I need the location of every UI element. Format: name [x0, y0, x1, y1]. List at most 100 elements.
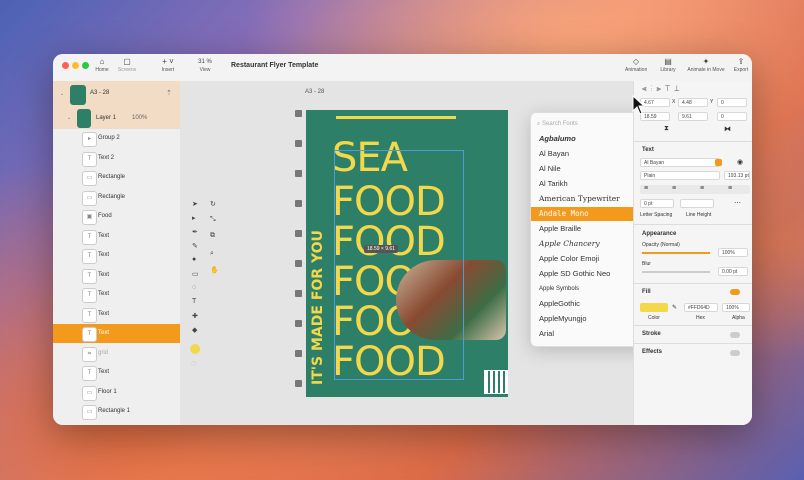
fill-hex-field[interactable]: #FFD64D [684, 303, 718, 312]
group-layer-icon: ▸ [82, 132, 97, 147]
zoom-window-button[interactable] [82, 62, 89, 69]
animate-in-move-button[interactable]: ✦ Animate in Move [683, 57, 729, 73]
artboard-row[interactable]: ⌄ A3 - 28 ⇡ [53, 81, 180, 107]
view-button[interactable]: 31 % View [193, 57, 217, 73]
select-tool-icon[interactable]: ▸ [192, 214, 196, 222]
layer-row[interactable]: T Text [53, 305, 180, 324]
eye-icon[interactable]: ◉ [737, 158, 743, 166]
layer-row[interactable]: T Text [53, 227, 180, 246]
insert-button[interactable]: + ˅ Insert [157, 57, 179, 73]
close-window-button[interactable] [62, 62, 69, 69]
text-layer-icon: T [82, 229, 97, 245]
ellipse-tool-icon[interactable]: ◌ [192, 284, 196, 291]
text-align-right-icon[interactable]: ≡ [700, 185, 704, 192]
align-top-icon[interactable]: ⊤ [665, 84, 674, 93]
blur-slider[interactable] [642, 271, 710, 273]
opacity-slider[interactable] [642, 252, 710, 254]
rotate-tool-icon[interactable]: ↻ [210, 200, 216, 208]
align-middle-icon[interactable]: ⊥ [674, 84, 683, 93]
layer-row[interactable]: ▣ Food [53, 207, 180, 226]
font-size-field[interactable]: 193.13 pt [724, 171, 750, 180]
pen-tool-icon[interactable]: ✒ [192, 228, 198, 236]
poster-artboard[interactable]: SEA FOOD FOOD FOOD FOOD FOOD IT'S MADE F… [306, 110, 508, 397]
minimize-window-button[interactable] [72, 62, 79, 69]
screens-button[interactable]: ▢ Screens [115, 57, 139, 73]
animation-button[interactable]: ◇ Animation [625, 57, 647, 73]
rectangle-tool-icon[interactable]: ▭ [192, 270, 199, 278]
layer1-thumb [77, 109, 91, 128]
text-align-center-icon[interactable]: ≡ [672, 185, 676, 192]
layer-row[interactable]: T Text [53, 324, 180, 343]
brush-tool-icon[interactable]: ● [192, 256, 196, 263]
align-left-icon[interactable]: ⫷ [642, 84, 651, 93]
library-button[interactable]: ▤ Library [657, 57, 679, 73]
layer-row[interactable]: T Text [53, 266, 180, 285]
layer-row[interactable]: ▭ Rectangle [53, 188, 180, 207]
align-right-icon[interactable]: ⫸ [657, 84, 666, 93]
text-align-left-icon[interactable]: ≡ [644, 185, 648, 192]
rect-layer-icon: ▭ [82, 405, 97, 420]
layer-row[interactable]: T Text 2 [53, 149, 180, 168]
layer-name: Text [98, 271, 110, 278]
rotation-field[interactable]: 0 [717, 98, 747, 107]
stroke-color-swatch[interactable]: ◌ [191, 358, 196, 368]
fill-color-swatch-panel[interactable] [640, 303, 668, 312]
zoom-tool-icon[interactable]: ⌕ [210, 250, 214, 258]
fill-color-swatch[interactable] [190, 344, 200, 354]
view-label: View [199, 67, 211, 73]
appearance-section-title: Appearance [642, 231, 677, 237]
pencil-tool-icon[interactable]: ✎ [192, 242, 198, 250]
opacity-label: Opacity (Normal) [642, 242, 680, 248]
layer1-row[interactable]: ⌄ Layer 1 100% [53, 107, 180, 129]
plus-tool-icon[interactable]: ✚ [192, 312, 198, 320]
layer-row[interactable]: ▭ Rectangle [53, 168, 180, 187]
layer-row[interactable]: T Text [53, 246, 180, 265]
stroke-section-title: Stroke [642, 331, 661, 337]
text-layer-icon: T [82, 327, 97, 342]
layer1-name: Layer 1 [96, 115, 117, 121]
pin-icon[interactable]: ⇡ [166, 89, 172, 97]
text-tool-icon[interactable]: T [192, 298, 196, 305]
blur-field[interactable]: 0.00 pt [718, 267, 748, 276]
resize-tool-icon[interactable]: ⤡ [210, 216, 216, 224]
layer-row[interactable]: T Text [53, 363, 180, 382]
eyedropper-icon[interactable]: ✎ [672, 304, 677, 311]
crop-tool-icon[interactable]: ⧉ [210, 232, 215, 240]
layer-row[interactable]: ⌗ grid [53, 344, 180, 363]
chevron-down-icon[interactable]: ⌄ [60, 91, 64, 97]
font-style-select[interactable]: Plain [640, 171, 720, 180]
effects-toggle[interactable] [730, 350, 740, 356]
layer-row[interactable]: T Text [53, 285, 180, 304]
export-button[interactable]: ⇪ Export [731, 57, 751, 73]
pointer-tool-icon[interactable]: ➤ [192, 200, 198, 208]
stroke-toggle[interactable] [730, 332, 740, 338]
rect-layer-icon: ▭ [82, 190, 97, 206]
flip-horizontal-icon[interactable]: ⧗ [664, 125, 669, 133]
home-icon: ⌂ [99, 57, 105, 66]
screens-label: Screens [117, 67, 137, 73]
layer-name: Text [98, 330, 110, 336]
zoom-value: 31 % [198, 59, 212, 65]
hand-tool-icon[interactable]: ✋ [210, 266, 219, 274]
line-height-field[interactable] [680, 199, 714, 208]
flip-vertical-icon[interactable]: ⧓ [724, 125, 731, 133]
poster-top-bar [336, 116, 456, 119]
y-field[interactable]: 4.48 [678, 98, 708, 107]
opacity-field[interactable]: 100% [718, 248, 748, 257]
font-search-input[interactable]: Search Fonts [542, 121, 578, 127]
more-icon[interactable]: ⋯ [734, 199, 741, 207]
letter-spacing-field[interactable]: 0 pt [640, 199, 674, 208]
chevron-down-icon[interactable]: ⌄ [67, 115, 71, 121]
font-family-select[interactable]: Al Bayan [640, 158, 720, 167]
layer-row[interactable]: ▭ Rectangle 1 [53, 402, 180, 421]
layer-row[interactable]: ▭ Floor 1 [53, 383, 180, 402]
home-button[interactable]: ⌂ Home [91, 57, 113, 73]
fill-tool-icon[interactable]: ◆ [192, 326, 197, 334]
angle-field[interactable]: 0 [717, 112, 747, 121]
text-align-justify-icon[interactable]: ≡ [728, 185, 732, 192]
fill-toggle[interactable] [730, 289, 740, 295]
layer-row[interactable]: ▸ Group 2 [53, 129, 180, 148]
fill-alpha-field[interactable]: 100% [722, 303, 750, 312]
height-field[interactable]: 9.61 [678, 112, 708, 121]
poster-vertical-text[interactable]: IT'S MADE FOR YOU [310, 230, 326, 385]
